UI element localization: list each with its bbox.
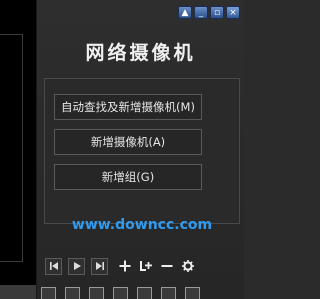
- playback-controls: [45, 256, 200, 276]
- remove-icon[interactable]: [158, 257, 176, 275]
- video-footer: [0, 285, 36, 299]
- auto-search-add-camera-button[interactable]: 自动查找及新增摄像机(M): [54, 94, 202, 120]
- window-controls: ▲ _ ▫ ×: [178, 6, 240, 19]
- layout-3-icon[interactable]: [89, 287, 104, 299]
- panel-title: 网络摄像机: [85, 42, 196, 64]
- video-frame: [0, 34, 23, 262]
- add-icon[interactable]: [116, 257, 134, 275]
- add-group-button[interactable]: 新增组(G): [54, 164, 202, 190]
- skip-previous-icon[interactable]: [45, 257, 62, 275]
- close-icon[interactable]: ×: [226, 6, 240, 19]
- restore-icon[interactable]: ▫: [210, 6, 224, 19]
- add-to-group-icon[interactable]: [137, 257, 155, 275]
- layout-5-icon[interactable]: [137, 287, 152, 299]
- watermark-text: www.downcc.com: [71, 217, 213, 233]
- layout-1-icon[interactable]: [41, 287, 56, 299]
- layout-6-icon[interactable]: [161, 287, 176, 299]
- layout-toolbar: [37, 287, 248, 299]
- add-camera-button[interactable]: 新增摄像机(A): [54, 129, 202, 155]
- button-group: 自动查找及新增摄像机(M) 新增摄像机(A) 新增组(G) www.downcc…: [44, 78, 240, 233]
- skip-next-icon[interactable]: [91, 257, 108, 275]
- play-icon[interactable]: [68, 257, 85, 275]
- settings-icon[interactable]: [179, 257, 197, 275]
- layout-2-icon[interactable]: [65, 287, 80, 299]
- camera-panel: ▲ _ ▫ × 网络摄像机 自动查找及新增摄像机(M) 新增摄像机(A) 新增组…: [37, 0, 244, 299]
- minimize-icon[interactable]: _: [194, 6, 208, 19]
- layout-4-icon[interactable]: [113, 287, 128, 299]
- layout-7-icon[interactable]: [185, 287, 200, 299]
- upload-icon[interactable]: ▲: [178, 6, 192, 19]
